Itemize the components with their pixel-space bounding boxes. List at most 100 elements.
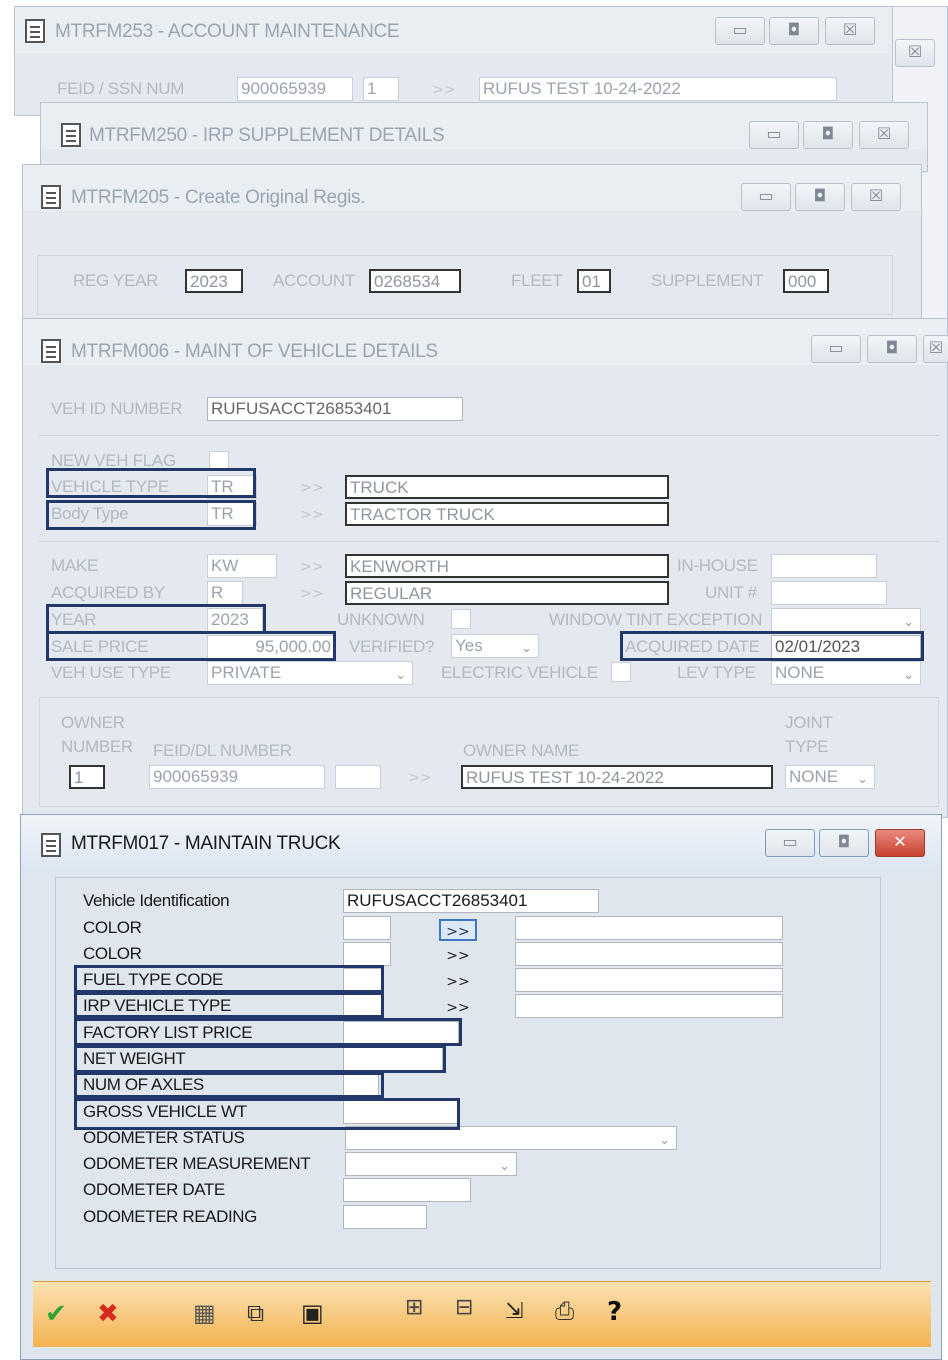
maximize-button[interactable]: ◘ [769, 17, 819, 45]
color-lookup-button[interactable]: >> [439, 919, 477, 941]
acquired-by-field[interactable]: R [207, 581, 243, 605]
export-icon[interactable]: ⇲ [505, 1299, 523, 1324]
vehicle-type-lookup-button[interactable]: >> [293, 477, 331, 499]
vin-label: Vehicle Identification [83, 891, 230, 910]
feid-dl-label: FEID/DL NUMBER [153, 741, 292, 760]
printer-icon[interactable]: ⎙ [555, 1297, 574, 1325]
supplement-field[interactable]: 000 [783, 269, 829, 293]
cancel-x-icon[interactable]: ✖ [97, 1299, 119, 1329]
acquired-by-description: REGULAR [345, 581, 669, 605]
make-description: KENWORTH [345, 554, 669, 578]
unit-label: UNIT # [705, 583, 757, 602]
color-field[interactable] [343, 916, 391, 940]
minimize-button[interactable]: ▭ [715, 17, 765, 45]
irp-vehicle-type-lookup-button[interactable]: >> [439, 997, 477, 1019]
highlight-fuel-type [74, 965, 384, 993]
lev-type-label: LEV TYPE [677, 663, 756, 682]
maximize-button[interactable]: ◘ [819, 829, 869, 857]
vin-field[interactable]: RUFUSACCT26853401 [343, 889, 599, 913]
chevron-down-icon: ⌄ [521, 641, 532, 656]
fein-label: FEID / SSN NUM [57, 79, 185, 98]
minimize-button[interactable]: ▭ [749, 121, 799, 149]
lev-type-value: NONE [775, 663, 825, 682]
minimize-button[interactable]: ▭ [765, 829, 815, 857]
maximize-button[interactable]: ◘ [795, 183, 845, 211]
reg-year-field[interactable]: 2023 [185, 269, 243, 293]
close-button[interactable]: ☒ [851, 183, 901, 211]
verified-select[interactable]: Yes ⌄ [451, 634, 539, 658]
veh-use-value: PRIVATE [211, 663, 282, 682]
copy-icon[interactable]: ⧉ [247, 1299, 264, 1327]
veh-id-field[interactable]: RUFUSACCT26853401 [207, 397, 463, 421]
account-field[interactable]: 0268534 [369, 269, 461, 293]
electric-vehicle-label: ELECTRIC VEHICLE [441, 663, 598, 682]
highlight-net-weight [74, 1045, 446, 1073]
body-type-lookup-button[interactable]: >> [293, 504, 331, 526]
in-house-field[interactable] [771, 554, 877, 578]
odometer-date-field[interactable] [343, 1178, 471, 1202]
fleet-field[interactable]: 01 [577, 269, 611, 293]
fein-seq-field[interactable]: 1 [363, 77, 399, 101]
close-button[interactable]: ☒ [923, 335, 948, 363]
owner-name-label: OWNER NAME [463, 741, 580, 760]
feid-dl-field[interactable]: 900065939 [149, 765, 325, 789]
add-record-icon[interactable]: ⊞ [405, 1295, 423, 1320]
supplement-label: SUPPLEMENT [651, 271, 764, 290]
make-label: MAKE [51, 556, 98, 575]
electric-vehicle-checkbox[interactable] [611, 662, 631, 682]
odometer-date-label: ODOMETER DATE [83, 1180, 225, 1199]
grid-icon[interactable]: ▦ [193, 1299, 216, 1327]
acquired-by-label: ACQUIRED BY [51, 583, 165, 602]
veh-id-label: VEH ID NUMBER [51, 399, 183, 418]
account-name-field: RUFUS TEST 10-24-2022 [479, 77, 837, 101]
close-button[interactable]: ☒ [825, 17, 875, 45]
new-veh-flag-checkbox[interactable] [209, 451, 229, 469]
maximize-button[interactable]: ◘ [803, 121, 853, 149]
floppy-disk-icon[interactable]: ▣ [301, 1299, 324, 1327]
window-tint-select[interactable]: ⌄ [771, 608, 921, 632]
color-secondary-lookup-button[interactable]: >> [439, 945, 477, 967]
color-secondary-description [515, 942, 783, 966]
odometer-reading-field[interactable] [343, 1205, 427, 1229]
odometer-measurement-select[interactable]: ⌄ [345, 1152, 517, 1176]
account-label: ACCOUNT [273, 271, 355, 290]
fein-lookup-button[interactable]: >> [425, 79, 463, 101]
unit-field[interactable] [771, 581, 887, 605]
owner-number-label: NUMBER [61, 737, 133, 756]
owner-label: OWNER [61, 713, 125, 732]
highlight-irp-vehicle-type [74, 992, 384, 1018]
delete-record-icon[interactable]: ⊟ [455, 1295, 473, 1320]
odometer-reading-label: ODOMETER READING [83, 1207, 258, 1226]
lev-type-select[interactable]: NONE ⌄ [771, 661, 921, 685]
fuel-type-lookup-button[interactable]: >> [439, 971, 477, 993]
close-button[interactable]: ✕ [875, 829, 925, 857]
owner-name-field: RUFUS TEST 10-24-2022 [461, 765, 773, 789]
minimize-button[interactable]: ▭ [741, 183, 791, 211]
minimize-button[interactable]: ▭ [811, 335, 861, 363]
account-maintenance-title: MTRFM253 - ACCOUNT MAINTENANCE [55, 21, 400, 42]
account-maintenance-window: MTRFM253 - ACCOUNT MAINTENANCE ▭ ◘ ☒ FEI… [14, 6, 894, 116]
veh-use-select[interactable]: PRIVATE ⌄ [207, 661, 413, 685]
maximize-button[interactable]: ◘ [867, 335, 917, 363]
chevron-down-icon: ⌄ [903, 668, 914, 683]
background-close-button[interactable]: ☒ [895, 39, 935, 67]
save-check-icon[interactable]: ✔ [45, 1299, 67, 1329]
chevron-down-icon: ⌄ [499, 1159, 510, 1174]
color-secondary-field[interactable] [343, 942, 391, 966]
fleet-label: FLEET [511, 271, 563, 290]
close-button[interactable]: ☒ [859, 121, 909, 149]
fein-field[interactable]: 900065939 [237, 77, 353, 101]
make-lookup-button[interactable]: >> [293, 556, 331, 578]
make-field[interactable]: KW [207, 554, 277, 578]
chevron-down-icon: ⌄ [903, 615, 914, 630]
acquired-by-lookup-button[interactable]: >> [293, 583, 331, 605]
help-icon[interactable]: ? [607, 1297, 622, 1327]
unknown-checkbox[interactable] [451, 609, 471, 629]
feid-dl-suffix-field[interactable] [335, 765, 381, 789]
chevron-down-icon: ⌄ [395, 668, 406, 683]
vehicle-details-window: MTRFM006 - MAINT OF VEHICLE DETAILS ▭ ◘ … [22, 318, 948, 818]
owner-lookup-button[interactable]: >> [401, 767, 439, 789]
chevron-down-icon: ⌄ [659, 1133, 670, 1148]
joint-type-select[interactable]: NONE ⌄ [785, 765, 875, 789]
owner-number-field[interactable]: 1 [69, 765, 105, 789]
